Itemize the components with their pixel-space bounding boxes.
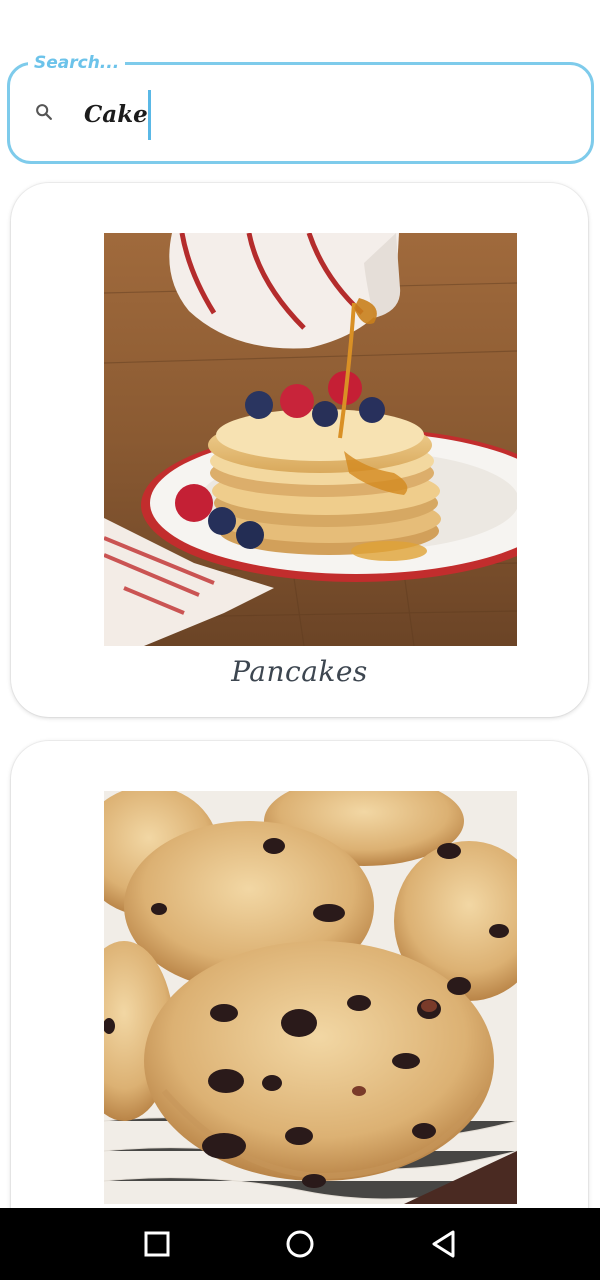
search-label: Search... — [28, 53, 126, 73]
search-icon — [33, 101, 55, 123]
recipe-card-pancakes[interactable]: Pancakes — [11, 183, 588, 717]
navigation-bar — [0, 1208, 600, 1280]
square-recents-icon[interactable] — [141, 1228, 173, 1260]
circle-home-icon[interactable] — [284, 1228, 316, 1260]
text-cursor — [148, 90, 151, 140]
pancakes-photo — [104, 233, 517, 646]
search-field[interactable]: Search... — [7, 53, 594, 164]
triangle-back-icon[interactable] — [428, 1228, 460, 1260]
recipe-title: Pancakes — [231, 655, 368, 688]
search-input[interactable] — [84, 87, 564, 141]
recipe-card-scones[interactable] — [11, 741, 588, 1280]
scones-photo — [104, 791, 517, 1204]
